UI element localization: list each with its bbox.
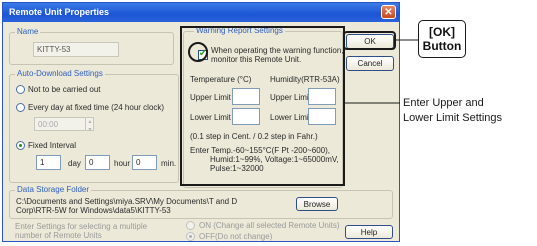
- ok-callout-line-2: Button: [422, 39, 462, 53]
- name-group: Name KITTY-53: [9, 27, 174, 65]
- help-button[interactable]: Help: [345, 225, 393, 239]
- ok-button-highlight: [343, 31, 396, 50]
- limits-note-line-2: Lower Limit Settings: [403, 112, 503, 124]
- radio-not-carried-out-label: Not to be carried out: [28, 85, 101, 94]
- radio-every-day-label: Every day at fixed time (24 hour clock): [28, 103, 165, 112]
- interval-hour-input[interactable]: 0: [85, 155, 110, 170]
- multi-select-note-line-2: number of Remote Units: [15, 231, 102, 240]
- interval-hour-unit: hour: [114, 159, 131, 168]
- ok-callout-line-1: [OK]: [429, 25, 455, 39]
- multi-select-note-line-1: Enter Settings for selecting a multiple: [15, 222, 148, 231]
- data-storage-group: Data Storage Folder C:\Documents and Set…: [9, 185, 393, 219]
- radio-multi-on-label: ON (Change all selected Remote Units): [199, 221, 340, 230]
- auto-download-group: Auto-Download Settings Not to be carried…: [9, 69, 179, 183]
- interval-min-unit: min.: [161, 159, 177, 168]
- dialog-title: Remote Unit Properties: [9, 7, 110, 17]
- checkbox-highlight-circle: [188, 42, 208, 62]
- data-storage-legend: Data Storage Folder: [15, 185, 92, 194]
- interval-min-input[interactable]: 0: [132, 155, 157, 170]
- browse-button[interactable]: Browse: [296, 197, 338, 211]
- storage-path-line-2: Corp\RTR-5W for Windows\data5\KITTY-53: [16, 206, 171, 215]
- interval-day-input[interactable]: 1: [36, 155, 61, 170]
- title-bar[interactable]: Remote Unit Properties ✕: [3, 3, 399, 22]
- radio-fixed-interval[interactable]: [16, 141, 25, 150]
- limits-note: Enter Upper and Lower Limit Settings: [403, 96, 502, 126]
- radio-multi-off-label: OFF(Do not change): [199, 232, 273, 241]
- name-field[interactable]: KITTY-53: [33, 42, 119, 57]
- storage-path-line-1: C:\Documents and Settings\miya.SRV\My Do…: [16, 197, 238, 206]
- ok-button-callout: [OK] Button: [418, 20, 466, 58]
- limits-note-line-1: Enter Upper and: [403, 97, 484, 109]
- radio-every-day[interactable]: [16, 103, 25, 112]
- time-spinner[interactable]: ▲ ▼: [85, 118, 94, 133]
- radio-multi-off[interactable]: [186, 232, 195, 241]
- radio-multi-on[interactable]: [186, 221, 195, 230]
- name-group-legend: Name: [15, 27, 41, 36]
- radio-fixed-interval-label: Fixed Interval: [28, 141, 77, 150]
- interval-day-unit: day: [68, 159, 81, 168]
- time-value: 00:00: [38, 120, 59, 129]
- radio-not-carried-out[interactable]: [16, 85, 25, 94]
- auto-download-legend: Auto-Download Settings: [15, 69, 105, 78]
- close-button[interactable]: ✕: [381, 5, 396, 19]
- cancel-button[interactable]: Cancel: [346, 56, 394, 71]
